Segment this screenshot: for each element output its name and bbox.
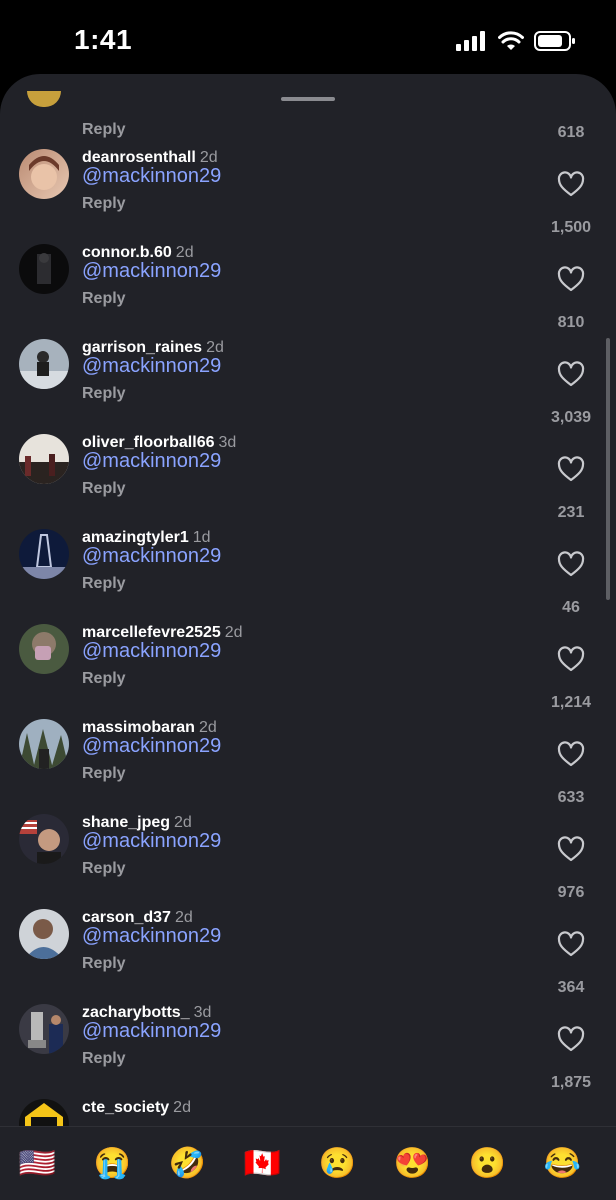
reply-link[interactable]: Reply <box>82 1050 126 1068</box>
comment-age: 2d <box>206 339 224 356</box>
emoji-reaction-bar: 🇺🇸 😭 🤣 🇨🇦 😢 😍 😮 😂 <box>0 1126 616 1200</box>
comment-partial-top: Reply 618 <box>0 74 616 141</box>
comment-item: marcellefevre2525 2d @mackinnon29 Reply 1… <box>0 624 616 719</box>
like-count: 1,500 <box>550 219 592 236</box>
reply-link[interactable]: Reply <box>82 575 126 593</box>
like-count: 618 <box>557 124 585 141</box>
comment-item: massimobaran 2d @mackinnon29 Reply 633 <box>0 719 616 814</box>
mention-link[interactable]: @mackinnon29 <box>82 165 221 188</box>
reaction-crying[interactable]: 😢 <box>300 1149 375 1179</box>
like-count: 633 <box>557 789 585 806</box>
avatar[interactable] <box>19 1099 69 1126</box>
comment-age: 2d <box>224 624 243 641</box>
comment-age: 3d <box>193 1004 212 1021</box>
comment-item: shane_jpeg 2d @mackinnon29 Reply 976 <box>0 814 616 909</box>
comment-age: 2d <box>199 149 218 166</box>
like-count: 976 <box>557 884 585 901</box>
mention-link[interactable]: @mackinnon29 <box>82 925 221 948</box>
heart-outline-icon[interactable] <box>557 551 585 577</box>
like-count: 231 <box>557 504 585 521</box>
scrollbar[interactable] <box>606 338 610 600</box>
comment-item: oliver_floorball66 3d @mackinnon29 Reply … <box>0 434 616 529</box>
avatar[interactable] <box>19 149 69 199</box>
mention-link[interactable]: @mackinnon29 <box>82 735 221 758</box>
reaction-loudly-crying[interactable]: 😭 <box>75 1149 150 1179</box>
mention-link[interactable]: @mackinnon29 <box>82 1020 221 1043</box>
avatar[interactable] <box>19 1004 69 1054</box>
status-bar: 1:41 <box>0 0 616 78</box>
heart-outline-icon[interactable] <box>557 456 585 482</box>
reaction-surprised[interactable]: 😮 <box>450 1149 525 1179</box>
heart-outline-icon[interactable] <box>557 1026 585 1052</box>
like-count: 1,875 <box>550 1074 592 1091</box>
status-time: 1:41 <box>74 24 133 55</box>
comment-age: 1d <box>192 529 211 546</box>
reaction-rolling-laughing[interactable]: 🤣 <box>150 1149 225 1179</box>
comment-age: 2d <box>174 814 192 831</box>
comment-item: zacharybotts_ 3d @mackinnon29 Reply 1,875 <box>0 1004 616 1099</box>
avatar[interactable] <box>19 434 69 484</box>
mention-link[interactable]: @mackinnon29 <box>82 260 221 283</box>
cellular-signal-icon <box>456 31 485 51</box>
reply-link[interactable]: Reply <box>82 860 126 878</box>
avatar[interactable] <box>19 719 69 769</box>
heart-outline-icon[interactable] <box>557 266 585 292</box>
username[interactable]: cte_society 2d <box>82 1099 191 1117</box>
comment-age: 2d <box>175 244 194 261</box>
avatar[interactable] <box>19 529 69 579</box>
comment-item: cte_society 2d <box>0 1099 616 1126</box>
comment-item: deanrosenthall 2d @mackinnon29 Reply 1,50… <box>0 149 616 244</box>
mention-link[interactable]: @mackinnon29 <box>82 545 221 568</box>
mention-link[interactable]: @mackinnon29 <box>82 830 221 853</box>
comment-age: 2d <box>198 719 217 736</box>
avatar[interactable] <box>19 244 69 294</box>
reaction-tears-of-joy[interactable]: 😂 <box>525 1149 600 1179</box>
battery-icon <box>534 31 575 51</box>
comment-item: connor.b.60 2d @mackinnon29 Reply 810 <box>0 244 616 339</box>
reply-link[interactable]: Reply <box>82 385 126 403</box>
heart-outline-icon[interactable] <box>557 646 585 672</box>
reply-link[interactable]: Reply <box>82 955 126 973</box>
like-count: 3,039 <box>550 409 592 426</box>
reply-link[interactable]: Reply <box>82 765 126 783</box>
like-count: 810 <box>557 314 585 331</box>
like-count: 364 <box>557 979 585 996</box>
reaction-heart-eyes[interactable]: 😍 <box>375 1149 450 1179</box>
reply-link[interactable]: Reply <box>82 670 126 688</box>
avatar[interactable] <box>19 814 69 864</box>
reaction-us-flag[interactable]: 🇺🇸 <box>0 1149 75 1179</box>
heart-outline-icon[interactable] <box>557 361 585 387</box>
avatar[interactable] <box>19 339 69 389</box>
status-icons <box>456 30 576 52</box>
mention-link[interactable]: @mackinnon29 <box>82 640 221 663</box>
avatar[interactable] <box>19 624 69 674</box>
comment-age: 3d <box>218 434 237 451</box>
heart-outline-icon[interactable] <box>557 836 585 862</box>
avatar[interactable] <box>19 909 69 959</box>
comment-age: 2d <box>174 909 193 926</box>
reply-link[interactable]: Reply <box>82 121 126 139</box>
mention-link[interactable]: @mackinnon29 <box>82 355 221 378</box>
comments-list[interactable]: Reply 618 deanrosenthall 2d @mackinnon29 … <box>0 74 616 1126</box>
heart-outline-icon[interactable] <box>557 931 585 957</box>
comment-item: amazingtyler1 1d @mackinnon29 Reply 46 <box>0 529 616 624</box>
wifi-icon <box>498 31 524 50</box>
like-count: 46 <box>562 599 580 616</box>
comment-item: garrison_raines 2d @mackinnon29 Reply 3,0… <box>0 339 616 434</box>
reaction-canada-flag[interactable]: 🇨🇦 <box>225 1149 300 1179</box>
comments-sheet: Reply 618 deanrosenthall 2d @mackinnon29 … <box>0 74 616 1200</box>
reply-link[interactable]: Reply <box>82 480 126 498</box>
reply-link[interactable]: Reply <box>82 195 126 213</box>
like-count: 1,214 <box>550 694 592 711</box>
mention-link[interactable]: @mackinnon29 <box>82 450 221 473</box>
heart-outline-icon[interactable] <box>557 171 585 197</box>
reply-link[interactable]: Reply <box>82 290 126 308</box>
comment-age: 2d <box>173 1099 191 1116</box>
heart-outline-icon[interactable] <box>557 741 585 767</box>
comment-item: carson_d37 2d @mackinnon29 Reply 364 <box>0 909 616 1004</box>
avatar[interactable] <box>27 91 61 107</box>
